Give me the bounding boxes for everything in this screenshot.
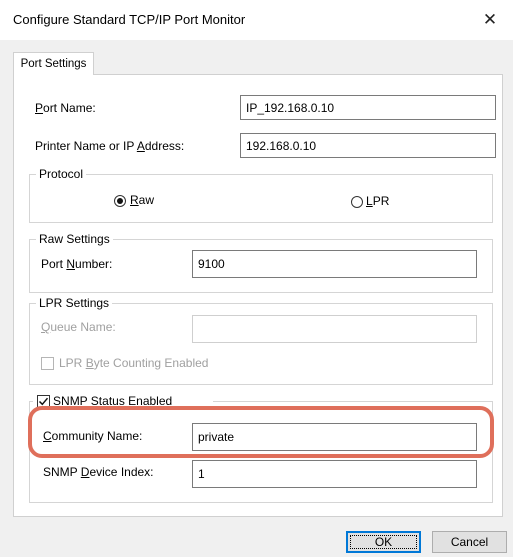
printer-address-label: Printer Name or IP Address: (35, 139, 184, 153)
queue-name-input[interactable] (192, 315, 477, 343)
protocol-legend: Protocol (36, 167, 87, 181)
raw-label-text: aw (138, 193, 155, 207)
byte-counting-label-pre: LPR (59, 356, 86, 370)
device-index-input[interactable]: 1 (192, 460, 477, 488)
printer-address-label-text: ddress: (144, 139, 185, 153)
lpr-label-text: PR (372, 194, 390, 208)
byte-counting-label-text: yte Counting Enabled (93, 356, 209, 370)
port-number-label-pre: Port (41, 257, 67, 271)
dialog-title: Configure Standard TCP/IP Port Monitor (13, 12, 246, 27)
lpr-radio[interactable] (351, 196, 363, 208)
lpr-settings-legend: LPR Settings (36, 296, 113, 310)
port-name-label: Port Name: (35, 101, 96, 115)
byte-counting-label-accel: B (85, 356, 94, 370)
tab-port-settings[interactable]: Port Settings (13, 52, 94, 75)
port-number-label: Port Number: (41, 257, 112, 271)
raw-radio[interactable] (114, 195, 126, 207)
port-name-label-text: ort Name: (43, 101, 96, 115)
printer-address-input[interactable]: 192.168.0.10 (240, 133, 496, 158)
close-icon[interactable]: ✕ (475, 6, 505, 34)
raw-radio-dot (117, 198, 123, 204)
printer-address-label-accel: A (136, 139, 145, 153)
port-number-input[interactable]: 9100 (192, 250, 477, 278)
device-index-label: SNMP Device Index: (43, 465, 154, 479)
protocol-group: Protocol Raw LPR (29, 167, 493, 223)
community-name-highlight (28, 406, 494, 458)
queue-name-label-accel: Q (41, 320, 51, 334)
port-number-label-accel: N (66, 257, 76, 271)
queue-name-label-text: ueue Name: (50, 320, 116, 334)
ok-focus-ring (350, 535, 417, 549)
byte-counting-label[interactable]: LPR Byte Counting Enabled (59, 356, 208, 370)
byte-counting-checkbox[interactable] (41, 357, 54, 370)
lpr-settings-group: LPR Settings Queue Name: LPR Byte Counti… (29, 296, 493, 385)
port-name-input[interactable]: IP_192.168.0.10 (240, 95, 496, 120)
port-name-label-accel: P (35, 101, 44, 115)
raw-settings-legend: Raw Settings (36, 232, 113, 246)
printer-address-label-pre: Printer Name or IP (35, 139, 137, 153)
tcpip-port-dialog: Configure Standard TCP/IP Port Monitor ✕… (0, 0, 513, 557)
queue-name-label: Queue Name: (41, 320, 116, 334)
raw-settings-group: Raw Settings Port Number: 9100 (29, 232, 493, 293)
raw-label-accel: R (130, 193, 139, 207)
device-index-label-text: evice Index: (89, 465, 154, 479)
title-bar: Configure Standard TCP/IP Port Monitor ✕ (0, 0, 513, 40)
cancel-button[interactable]: Cancel (432, 531, 507, 553)
port-number-label-text: umber: (75, 257, 113, 271)
raw-radio-label[interactable]: Raw (130, 193, 154, 207)
lpr-radio-label[interactable]: LPR (366, 194, 389, 208)
device-index-label-pre: SNMP (43, 465, 81, 479)
lpr-label-accel: L (366, 194, 373, 208)
ok-button[interactable]: OK (346, 531, 421, 553)
